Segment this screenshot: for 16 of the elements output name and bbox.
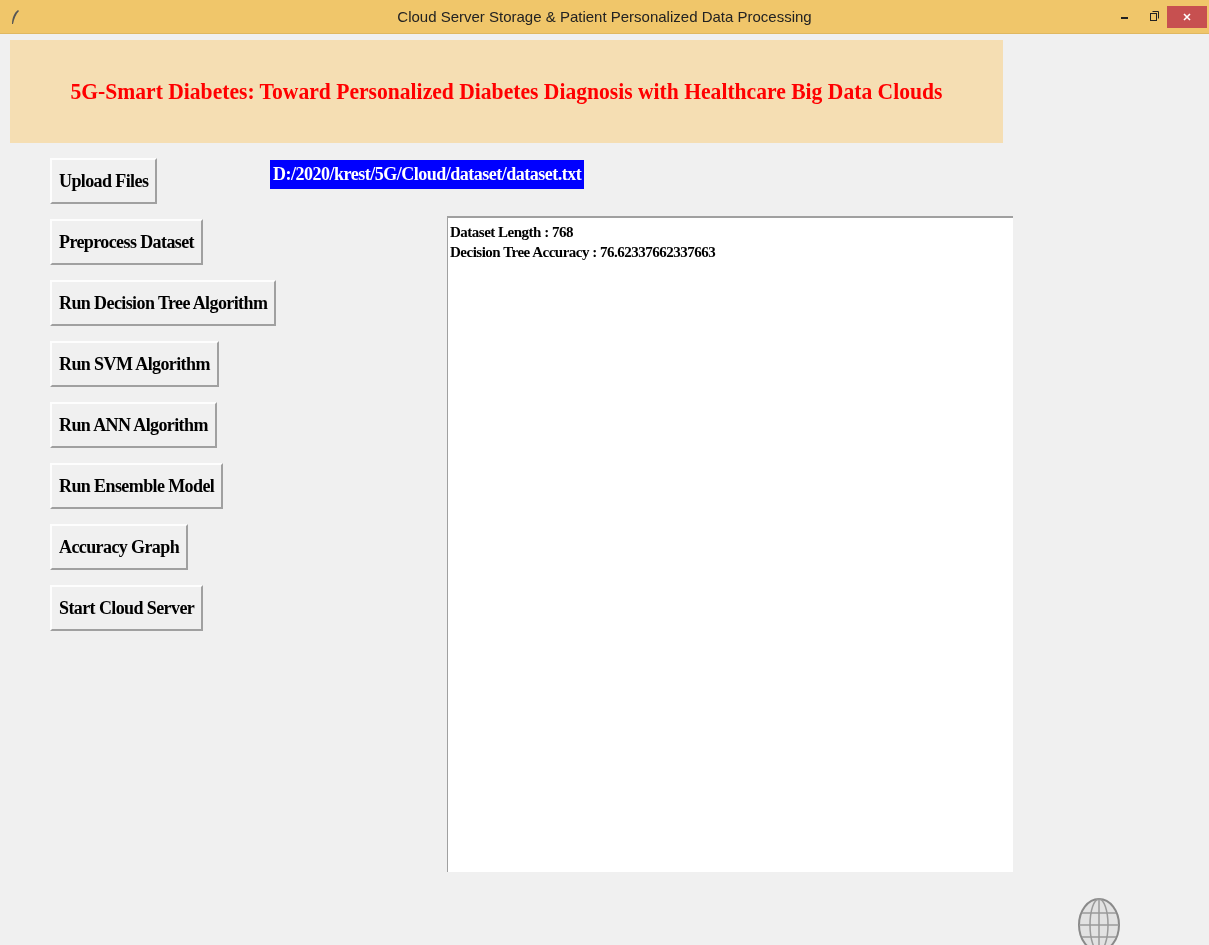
file-path-label: D:/2020/krest/5G/Cloud/dataset/dataset.txt xyxy=(270,160,585,189)
app-heading: 5G-Smart Diabetes: Toward Personalized Diabetes Diagnosis with Healthcare Big Data Clouds xyxy=(70,78,943,105)
globe-icon xyxy=(1077,895,1121,945)
output-line: Dataset Length : 768 xyxy=(450,223,574,242)
action-button[interactable]: Accuracy Graph xyxy=(50,524,189,570)
action-button[interactable]: Run SVM Algorithm xyxy=(50,341,219,387)
action-button[interactable]: Preprocess Dataset xyxy=(50,219,203,265)
action-button[interactable]: Run ANN Algorithm xyxy=(50,402,217,448)
feather-icon xyxy=(10,8,20,25)
output-line: Decision Tree Accuracy : 76.62337662337663 xyxy=(450,243,717,262)
action-button[interactable]: Upload Files xyxy=(50,158,158,204)
action-button[interactable]: Start Cloud Server xyxy=(50,585,204,631)
window-title: Cloud Server Storage & Patient Personalized Data Processing xyxy=(397,8,812,25)
output-text-area[interactable]: Dataset Length : 768 Decision Tree Accuracy : 76.62337662337663 xyxy=(447,216,1013,872)
action-button[interactable]: Run Ensemble Model xyxy=(50,463,224,509)
action-button[interactable]: Run Decision Tree Algorithm xyxy=(50,280,277,326)
